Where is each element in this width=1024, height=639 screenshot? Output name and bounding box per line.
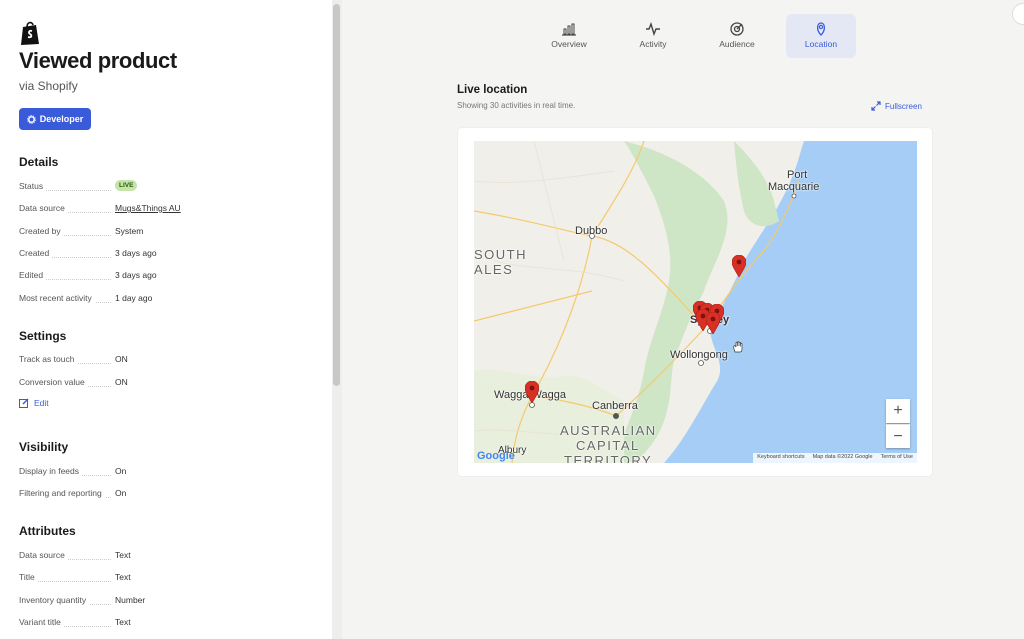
attribute-row-title: Title Text [19, 572, 319, 586]
detail-label: Most recent activity [19, 293, 95, 303]
tab-label: Overview [551, 39, 587, 49]
fullscreen-button[interactable]: Fullscreen [871, 101, 922, 111]
attribute-value: Number [115, 595, 146, 605]
map-data-credit: Map data ©2022 Google [812, 454, 873, 460]
detail-label: Created [19, 248, 53, 258]
setting-label: Conversion value [19, 377, 88, 387]
map-label-port: Port [787, 169, 808, 181]
live-location-title: Live location [457, 84, 528, 96]
map-pin[interactable] [525, 381, 539, 403]
edit-settings-link[interactable]: Edit [19, 398, 49, 408]
gear-icon [26, 114, 36, 124]
visibility-heading: Visibility [19, 440, 69, 454]
attribute-label: Inventory quantity [19, 595, 90, 605]
detail-label: Created by [19, 226, 64, 236]
tab-label: Location [804, 39, 838, 49]
map-label-macquarie: Macquarie [768, 181, 820, 193]
attribute-value: Text [115, 572, 131, 582]
tab-overview[interactable]: Overview [534, 14, 604, 58]
map-label-act-2: CAPITAL [576, 438, 640, 453]
detail-row-status: Status LIVE [19, 180, 319, 195]
pulse-icon [646, 22, 660, 36]
map-label-dubbo: Dubbo [575, 225, 608, 237]
developer-button-label: Developer [39, 114, 84, 124]
live-location-map[interactable]: Port Macquarie Dubbo SOUTH ALES Sydney W… [474, 141, 917, 463]
target-icon [730, 22, 744, 36]
setting-label: Track as touch [19, 354, 78, 364]
google-logo-text: Google [477, 450, 515, 462]
map-label-wollongong: Wollongong [670, 349, 728, 361]
setting-value: ON [115, 354, 128, 364]
tab-label: Audience [719, 39, 755, 49]
setting-row-track-as-touch: Track as touch ON [19, 354, 319, 368]
edit-label: Edit [34, 398, 49, 408]
live-location-subtitle: Showing 30 activities in real time. [457, 101, 576, 110]
keyboard-shortcuts-link[interactable]: Keyboard shortcuts [757, 454, 804, 462]
attribute-value: Text [115, 550, 131, 560]
visibility-label: Display in feeds [19, 466, 83, 476]
zoom-out-button[interactable]: − [886, 424, 910, 448]
map-label-south: SOUTH [474, 247, 527, 262]
visibility-row-filtering: Filtering and reporting On [19, 488, 319, 502]
zoom-in-button[interactable]: + [886, 399, 910, 423]
attribute-value: Text [115, 617, 131, 627]
setting-value: ON [115, 377, 128, 387]
detail-value: 3 days ago [115, 270, 157, 280]
attribute-label: Data source [19, 550, 68, 560]
attribute-label: Title [19, 572, 38, 582]
map-label-act-3: TERRITORY [564, 453, 653, 463]
location-pin-icon [816, 22, 826, 36]
map-pin[interactable] [732, 255, 746, 277]
setting-row-conversion-value: Conversion value ON [19, 377, 319, 391]
attribute-row-data-source: Data source Text [19, 550, 319, 564]
visibility-value: On [115, 466, 127, 476]
tab-audience[interactable]: Audience [702, 14, 772, 58]
attribute-row-variant-title: Variant title Text [19, 617, 319, 631]
detail-value: 1 day ago [115, 293, 153, 303]
developer-button[interactable]: Developer [19, 108, 91, 130]
detail-value: 3 days ago [115, 248, 157, 258]
shopify-logo-icon [21, 21, 39, 45]
detail-value: System [115, 226, 144, 236]
page-subtitle: via Shopify [19, 79, 78, 93]
map-attribution: Keyboard shortcuts Map data ©2022 Google… [753, 453, 917, 463]
detail-row-edited: Edited 3 days ago [19, 270, 319, 284]
fullscreen-label: Fullscreen [885, 101, 922, 111]
status-badge: LIVE [115, 180, 138, 191]
map-label-canberra: Canberra [592, 400, 638, 412]
detail-row-recent-activity: Most recent activity 1 day ago [19, 293, 319, 307]
details-heading: Details [19, 155, 59, 169]
tab-location[interactable]: Location [786, 14, 856, 58]
bar-chart-icon [562, 23, 576, 36]
tab-activity[interactable]: Activity [618, 14, 688, 58]
data-source-link[interactable]: Mugs&Things AU [115, 203, 181, 213]
settings-heading: Settings [19, 329, 67, 343]
detail-row-created-by: Created by System [19, 226, 319, 240]
visibility-row-feeds: Display in feeds On [19, 466, 319, 480]
detail-label: Edited [19, 270, 47, 280]
edit-icon [19, 398, 29, 408]
terms-of-use-link[interactable]: Terms of Use [881, 454, 913, 462]
detail-label: Status [19, 181, 47, 191]
tab-label: Activity [639, 39, 667, 49]
hand-cursor-icon [733, 341, 743, 353]
close-button[interactable] [1012, 3, 1024, 25]
detail-row-data-source: Data source Mugs&Things AU [19, 203, 319, 217]
attribute-label: Variant title [19, 617, 64, 627]
expand-icon [871, 101, 881, 111]
details-panel: Viewed product via Shopify Developer Det… [0, 0, 332, 639]
page-title: Viewed product [19, 48, 177, 73]
map-label-act-1: AUSTRALIAN [560, 423, 657, 438]
map-label-ales: ALES [474, 262, 514, 277]
detail-label: Data source [19, 203, 68, 213]
google-logo: Google [477, 450, 515, 462]
visibility-label: Filtering and reporting [19, 488, 105, 498]
attribute-row-inventory-quantity: Inventory quantity Number [19, 595, 319, 609]
detail-row-created: Created 3 days ago [19, 248, 319, 262]
visibility-value: On [115, 488, 127, 498]
map-pin[interactable] [706, 312, 720, 334]
panel-scrollbar-thumb[interactable] [333, 4, 340, 386]
attributes-heading: Attributes [19, 524, 76, 538]
